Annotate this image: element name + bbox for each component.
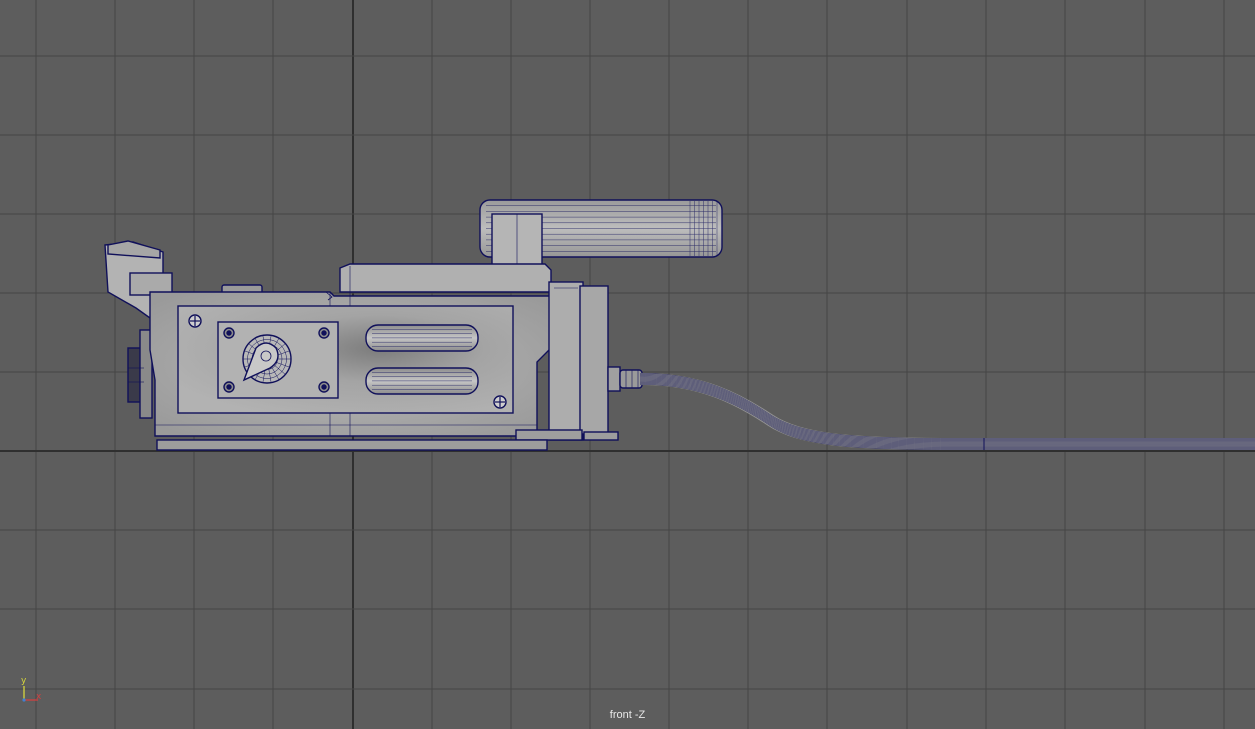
base-plate	[156, 439, 548, 451]
grip-pad-upper[interactable]	[365, 324, 479, 352]
camera-cable[interactable]	[639, 372, 1255, 450]
panel-screw-top-left	[188, 314, 202, 328]
camera-wireframe	[104, 199, 723, 451]
front-viewport[interactable]: front -Z y x	[0, 0, 1255, 729]
axis-x-label: x	[36, 692, 42, 702]
axis-indicator: y x	[14, 676, 48, 710]
cable-connector	[607, 366, 643, 392]
body-top-hump	[339, 263, 552, 293]
top-handle[interactable]	[479, 199, 723, 267]
control-panel[interactable]	[177, 305, 514, 414]
axis-y-label: y	[21, 676, 27, 686]
rear-connector	[127, 329, 153, 419]
selector-dial[interactable]	[242, 334, 292, 384]
camera-model[interactable]	[0, 0, 1255, 729]
axis-gizmo-icon	[22, 686, 38, 702]
grip-pad-lower[interactable]	[365, 367, 479, 395]
panel-screw-bottom-right	[493, 395, 507, 409]
camera-label: front -Z	[609, 709, 646, 721]
dial-plate[interactable]	[217, 321, 339, 399]
